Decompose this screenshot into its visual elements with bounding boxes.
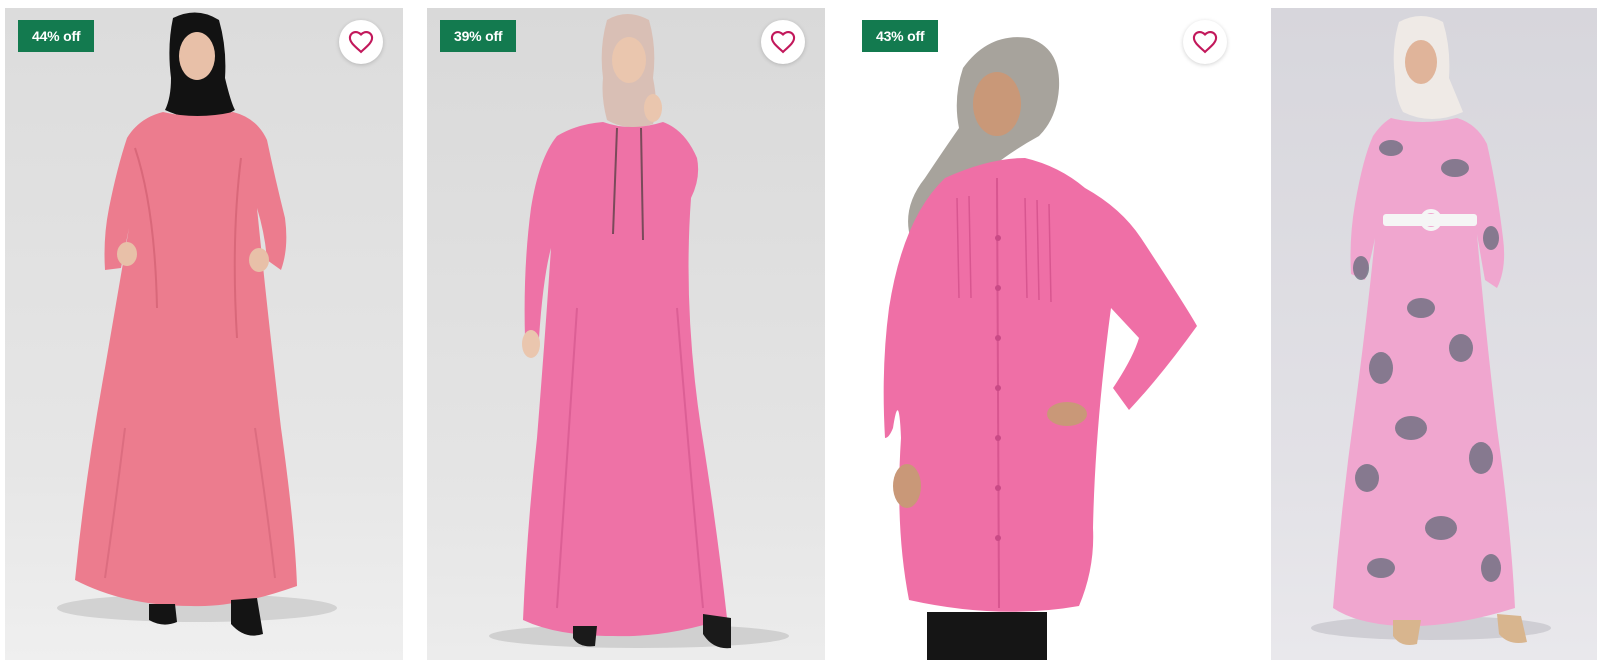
- wishlist-button[interactable]: [761, 20, 805, 64]
- product-image[interactable]: [1271, 8, 1597, 660]
- product-grid: 44% off 39% off 43% off: [0, 0, 1597, 660]
- product-image[interactable]: [849, 8, 1247, 660]
- product-card[interactable]: 39% off: [427, 8, 825, 660]
- heart-outline-icon: [1192, 31, 1218, 54]
- product-card[interactable]: 44% off: [5, 8, 403, 660]
- wishlist-button[interactable]: [1183, 20, 1227, 64]
- product-card[interactable]: [1271, 8, 1597, 660]
- product-card[interactable]: 43% off: [849, 8, 1247, 660]
- heart-outline-icon: [348, 31, 374, 54]
- discount-badge: 39% off: [440, 20, 517, 52]
- wishlist-button[interactable]: [339, 20, 383, 64]
- discount-badge: 43% off: [862, 20, 939, 52]
- product-image[interactable]: [427, 8, 825, 660]
- product-image[interactable]: [5, 8, 403, 660]
- heart-outline-icon: [770, 31, 796, 54]
- discount-badge: 44% off: [18, 20, 95, 52]
